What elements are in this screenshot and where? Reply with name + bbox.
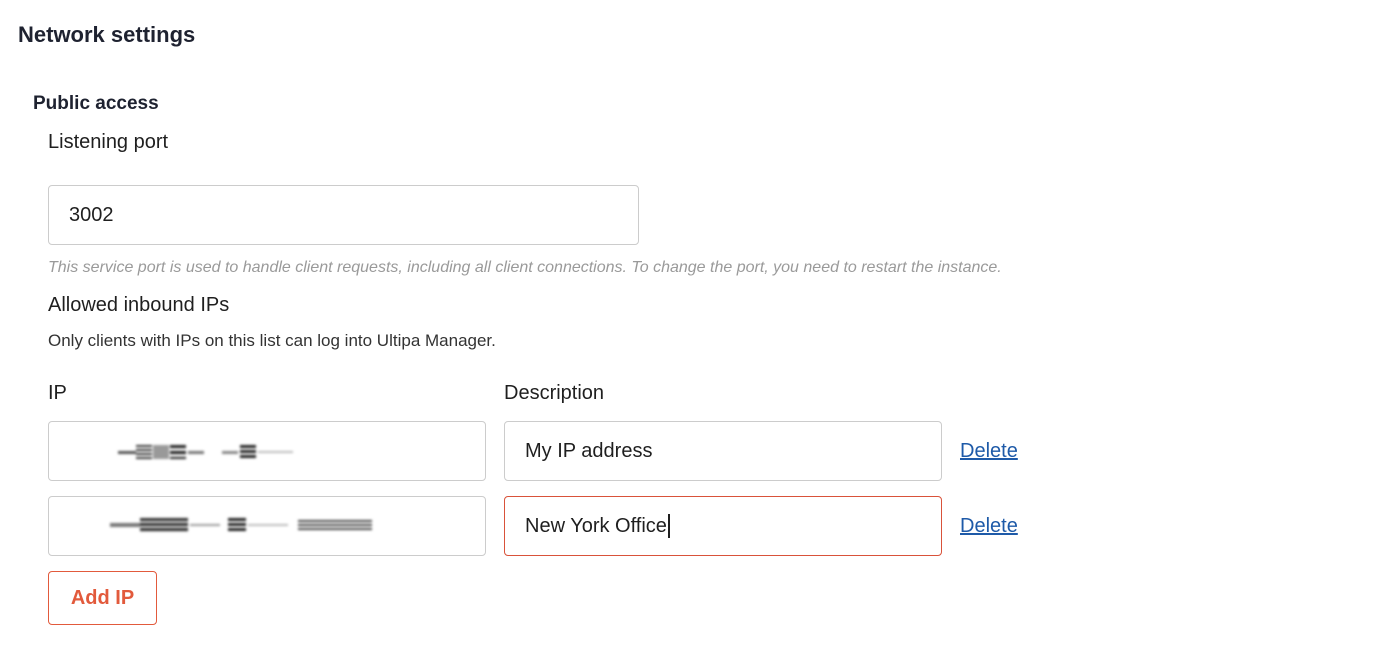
listening-port-hint: This service port is used to handle clie…: [48, 259, 1002, 276]
delete-ip-link[interactable]: Delete: [960, 440, 1018, 463]
listening-port-input[interactable]: 3002: [48, 185, 639, 245]
allowed-ips-label: Allowed inbound IPs: [48, 294, 230, 316]
network-settings-page: Network settings Public access Listening…: [0, 0, 1399, 651]
public-access-title: Public access: [33, 93, 159, 114]
listening-port-label: Listening port: [48, 131, 169, 153]
page-title: Network settings: [18, 22, 196, 47]
description-input[interactable]: New York Office: [504, 496, 942, 556]
description-column-header: Description: [504, 382, 605, 404]
add-ip-button[interactable]: Add IP: [48, 571, 157, 625]
delete-ip-link[interactable]: Delete: [960, 515, 1018, 538]
description-value: My IP address: [525, 439, 653, 462]
description-value: New York Office: [525, 514, 667, 537]
listening-port-value: 3002: [69, 203, 114, 226]
description-input[interactable]: My IP address: [504, 421, 942, 481]
redacted-ip-mark: [110, 516, 372, 534]
text-caret: [667, 514, 670, 538]
ip-column-header: IP: [48, 382, 67, 404]
redacted-ip-mark: [118, 443, 293, 461]
allowed-ips-description: Only clients with IPs on this list can l…: [48, 331, 496, 350]
